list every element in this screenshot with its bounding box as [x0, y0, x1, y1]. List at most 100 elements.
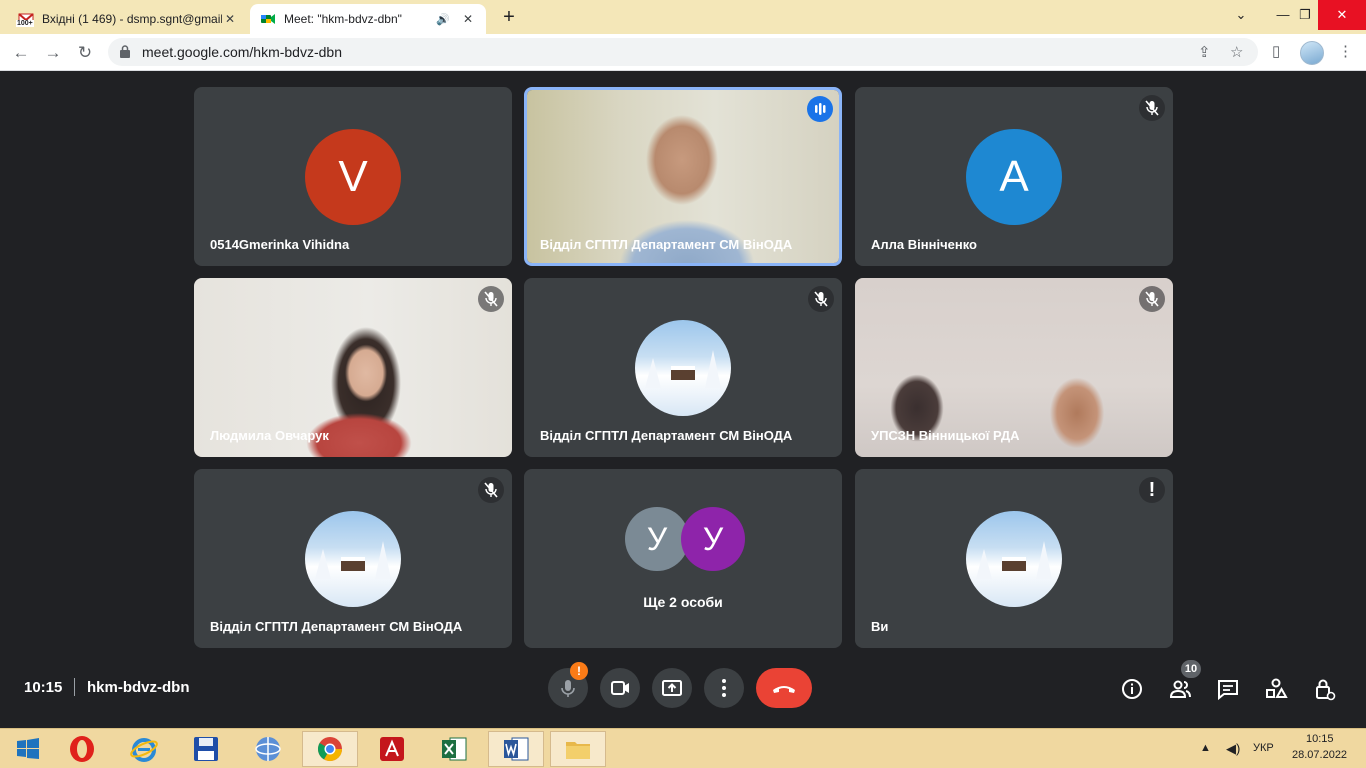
meeting-code: hkm-bdvz-dbn — [87, 679, 190, 696]
folder-icon — [566, 742, 590, 759]
mic-off-icon — [808, 286, 834, 312]
meeting-time: 10:15 — [24, 679, 63, 696]
acrobat-icon — [380, 737, 404, 761]
self-tile[interactable]: ! Ви — [855, 469, 1173, 648]
tray-clock-date[interactable]: 28.07.2022 — [1292, 749, 1347, 761]
speaker-icon[interactable]: 🔊 — [436, 13, 450, 26]
tab-gmail[interactable]: 100+ Вхідні (1 469) - dsmp.sgnt@gmail.co… — [8, 4, 248, 34]
activities-icon[interactable] — [1263, 676, 1289, 702]
word-icon — [504, 737, 529, 761]
people-icon[interactable] — [1167, 676, 1193, 702]
taskbar-acrobat[interactable] — [364, 731, 420, 767]
browser-tab-strip: 100+ Вхідні (1 469) - dsmp.sgnt@gmail.co… — [0, 0, 1366, 34]
meeting-info-icon[interactable] — [1119, 676, 1145, 702]
winter-avatar — [966, 511, 1062, 607]
taskbar-floppy-app[interactable] — [178, 731, 234, 767]
taskbar-chrome[interactable] — [302, 731, 358, 767]
chrome-icon — [317, 737, 342, 762]
floppy-disk-icon — [194, 737, 218, 761]
close-tab-icon[interactable]: ✕ — [460, 11, 476, 27]
address-bar[interactable]: meet.google.com/hkm-bdvz-dbn ⇪ ☆ — [108, 38, 1258, 66]
tab-search-icon[interactable]: ⌄ — [1220, 0, 1262, 30]
more-participants-tile[interactable]: У У Ще 2 особи — [524, 469, 842, 648]
avatar: А — [966, 129, 1062, 225]
more-vert-icon — [722, 679, 726, 697]
present-screen-icon — [662, 680, 682, 696]
tray-clock-time[interactable]: 10:15 — [1306, 733, 1334, 745]
globe-app-icon — [255, 737, 281, 761]
taskbar-excel[interactable] — [426, 731, 482, 767]
taskbar-network-app[interactable] — [240, 731, 296, 767]
profile-avatar[interactable] — [1300, 41, 1324, 65]
new-tab-button[interactable]: + — [498, 6, 520, 28]
close-window-button[interactable]: ✕ — [1318, 0, 1366, 30]
tab-meet[interactable]: Meet: "hkm-bdvz-dbn" 🔊 ✕ — [250, 4, 486, 34]
side-panel-icon[interactable]: ▯ — [1272, 42, 1280, 60]
participant-name: УПСЗН Вінницької РДА — [871, 428, 1020, 443]
participant-name: Ви — [871, 619, 889, 634]
participant-tile[interactable]: УПСЗН Вінницької РДА — [855, 278, 1173, 457]
alert-icon[interactable]: ! — [1139, 477, 1165, 503]
taskbar-internet-explorer[interactable] — [116, 731, 172, 767]
participant-tile[interactable]: Людмила Овчарук — [194, 278, 512, 457]
participant-tile[interactable]: V 0514Gmerinka Vihidna — [194, 87, 512, 266]
present-button[interactable] — [652, 668, 692, 708]
windows-logo-icon — [17, 738, 39, 759]
forward-icon[interactable]: → — [40, 40, 66, 66]
start-button[interactable] — [0, 731, 56, 767]
participant-name: Алла Вінніченко — [871, 237, 977, 252]
avatar: У — [625, 507, 689, 571]
share-icon[interactable]: ⇪ — [1198, 43, 1211, 61]
participant-name: 0514Gmerinka Vihidna — [210, 237, 350, 252]
avatar: V — [305, 129, 401, 225]
tab-title: Вхідні (1 469) - dsmp.sgnt@gmail.com — [42, 12, 222, 26]
menu-kebab-icon[interactable]: ⋮ — [1338, 42, 1353, 60]
back-icon[interactable]: ← — [8, 40, 34, 66]
taskbar-file-explorer[interactable] — [550, 731, 606, 767]
participant-tile[interactable]: А Алла Вінніченко — [855, 87, 1173, 266]
meet-control-bar: 10:15 hkm-bdvz-dbn ! 10 — [0, 660, 1366, 728]
participant-name: Відділ СГПТЛ Департамент СМ ВінОДА — [540, 237, 793, 252]
participant-tile[interactable]: Відділ СГПТЛ Департамент СМ ВінОДА — [524, 278, 842, 457]
gmail-icon: 100+ — [16, 11, 34, 27]
participant-tile[interactable]: Відділ СГПТЛ Департамент СМ ВінОДА — [194, 469, 512, 648]
winter-avatar — [305, 511, 401, 607]
taskbar-word[interactable] — [488, 731, 544, 767]
more-options-button[interactable] — [704, 668, 744, 708]
participant-name: Людмила Овчарук — [210, 428, 329, 443]
windows-taskbar: ▲ ◀) УКР 10:15 28.07.2022 — [0, 728, 1366, 768]
mic-off-icon — [478, 477, 504, 503]
tray-expand-icon[interactable]: ▲ — [1200, 742, 1211, 754]
url-text: meet.google.com/hkm-bdvz-dbn — [142, 44, 342, 60]
language-indicator[interactable]: УКР — [1253, 742, 1274, 754]
speaking-indicator-icon — [807, 96, 833, 122]
host-controls-lock-icon[interactable] — [1311, 676, 1337, 702]
taskbar-opera[interactable] — [54, 731, 110, 767]
bookmark-star-icon[interactable]: ☆ — [1230, 43, 1243, 61]
participant-tile-speaking[interactable]: Відділ СГПТЛ Департамент СМ ВінОДА — [524, 87, 842, 266]
leave-call-button[interactable] — [756, 668, 812, 708]
volume-icon[interactable]: ◀) — [1226, 741, 1240, 757]
reload-icon[interactable]: ↻ — [72, 40, 98, 66]
camera-button[interactable] — [600, 668, 640, 708]
mic-off-icon — [1139, 286, 1165, 312]
excel-icon — [442, 737, 467, 761]
chat-icon[interactable] — [1215, 676, 1241, 702]
mic-off-icon — [1139, 95, 1165, 121]
browser-toolbar: ← → ↻ meet.google.com/hkm-bdvz-dbn ⇪ ☆ ▯… — [0, 34, 1366, 71]
participant-name: Відділ СГПТЛ Департамент СМ ВінОДА — [540, 428, 793, 443]
opera-icon — [70, 736, 94, 762]
tab-title: Meet: "hkm-bdvz-dbn" — [284, 12, 402, 26]
camera-icon — [611, 681, 629, 695]
participant-name: Відділ СГПТЛ Департамент СМ ВінОДА — [210, 619, 463, 634]
close-tab-icon[interactable]: ✕ — [222, 11, 238, 27]
mic-warning-badge: ! — [570, 662, 588, 680]
lock-icon — [120, 45, 130, 58]
participants-count-badge: 10 — [1181, 660, 1201, 678]
internet-explorer-icon — [130, 738, 158, 762]
avatar: У — [681, 507, 745, 571]
winter-avatar — [635, 320, 731, 416]
mic-button[interactable]: ! — [548, 662, 588, 708]
more-participants-label: Ще 2 особи — [643, 594, 723, 610]
hang-up-icon — [773, 686, 795, 693]
